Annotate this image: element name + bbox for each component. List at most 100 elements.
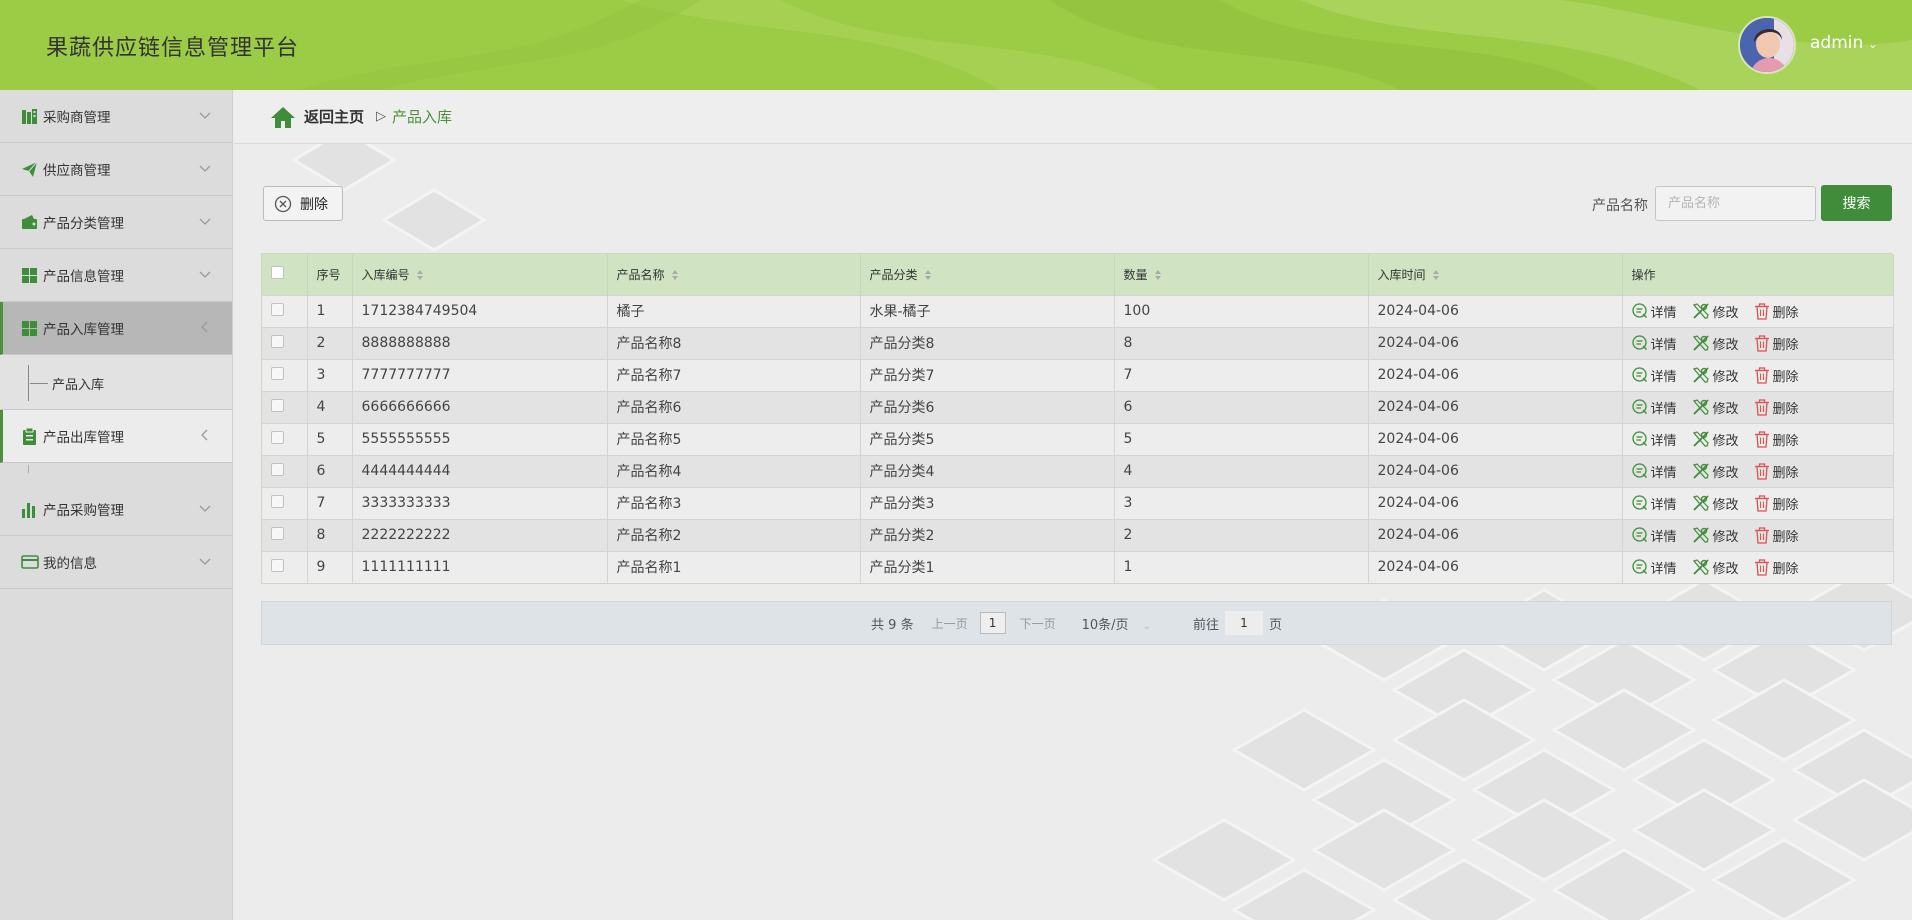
sidebar-item-purchase[interactable]: 产品采购管理 [0, 483, 232, 536]
table-row[interactable]: 7 3333333333 产品名称3 产品分类3 3 2024-04-06 详情 修改 删除 [262, 486, 1894, 519]
submenu-item-product-stock-in[interactable]: 产品入库 [52, 374, 104, 393]
delete-button[interactable]: 删除 [1754, 526, 1799, 545]
sidebar-item-label: 产品入库管理 [43, 322, 124, 338]
sidebar-item-label: 产品分类管理 [43, 216, 124, 232]
page-size-value: 10条/页 [1081, 617, 1129, 633]
delete-button[interactable]: 删除 [1754, 430, 1799, 449]
search-input[interactable] [1655, 186, 1816, 221]
cell-index: 7 [307, 486, 353, 519]
edit-button[interactable]: 修改 [1692, 526, 1739, 545]
delete-button[interactable]: 删除 [1754, 558, 1799, 577]
table-row[interactable]: 5 5555555555 产品名称5 产品分类5 5 2024-04-06 详情 修改 删除 [262, 422, 1894, 455]
edit-button[interactable]: 修改 [1692, 302, 1739, 321]
cell-product-name: 产品名称5 [607, 422, 861, 455]
header-cell-sortable[interactable]: 数量 [1114, 254, 1369, 295]
sidebar-item-purchaser[interactable]: 采购商管理 [0, 90, 232, 143]
cell-product-category: 水果-橘子 [860, 294, 1115, 327]
cell-index: 6 [307, 454, 353, 487]
detail-button[interactable]: 详情 [1631, 366, 1677, 385]
search-button[interactable]: 搜索 [1821, 185, 1892, 221]
header-label: 入库时间 [1377, 267, 1426, 282]
detail-button[interactable]: 详情 [1631, 398, 1677, 417]
sidebar-item-category[interactable]: 产品分类管理 [0, 196, 232, 249]
detail-button[interactable]: 详情 [1631, 430, 1677, 449]
wrench-icon [1692, 431, 1709, 447]
page-size-select[interactable]: 10条/页 ⌄ [1082, 614, 1151, 633]
breadcrumb: 返回主页 ▷ 产品入库 [234, 90, 1912, 144]
table-row[interactable]: 6 4444444444 产品名称4 产品分类4 4 2024-04-06 详情 修改 删除 [262, 454, 1894, 487]
batch-delete-button[interactable]: 删除 [263, 186, 343, 221]
header-label: 操作 [1631, 267, 1656, 282]
table-row[interactable]: 3 7777777777 产品名称7 产品分类7 7 2024-04-06 详情 修改 删除 [262, 358, 1894, 391]
row-checkbox[interactable] [271, 430, 284, 444]
sidebar-item-stock-in[interactable]: 产品入库管理 [0, 302, 232, 355]
table-row[interactable]: 8 2222222222 产品名称2 产品分类2 2 2024-04-06 详情 修改 删除 [262, 518, 1894, 551]
sort-icon[interactable] [671, 269, 679, 281]
table-row[interactable]: 4 6666666666 产品名称6 产品分类6 6 2024-04-06 详情 修改 删除 [262, 390, 1894, 423]
cell-product-category: 产品分类5 [860, 422, 1115, 455]
row-select-cell [262, 294, 308, 327]
delete-button[interactable]: 删除 [1754, 398, 1799, 417]
delete-button[interactable]: 删除 [1754, 462, 1799, 481]
edit-button[interactable]: 修改 [1692, 430, 1739, 449]
row-checkbox[interactable] [271, 398, 284, 412]
edit-label: 修改 [1712, 401, 1739, 417]
cell-product-category: 产品分类8 [860, 326, 1115, 359]
sort-icon[interactable] [1154, 269, 1162, 281]
delete-button[interactable]: 删除 [1754, 366, 1799, 385]
detail-button[interactable]: 详情 [1631, 302, 1677, 321]
detail-button[interactable]: 详情 [1631, 558, 1677, 577]
home-icon[interactable] [270, 105, 296, 129]
sort-icon[interactable] [1432, 269, 1440, 281]
row-checkbox[interactable] [271, 302, 284, 316]
sidebar-item-my-info[interactable]: 我的信息 [0, 536, 232, 589]
table-row[interactable]: 9 1111111111 产品名称1 产品分类1 1 2024-04-06 详情 修改 删除 [262, 550, 1894, 583]
detail-button[interactable]: 详情 [1631, 334, 1677, 353]
header-cell-sortable[interactable]: 产品名称 [607, 254, 861, 295]
row-checkbox[interactable] [271, 366, 284, 380]
tree-branch [30, 383, 48, 384]
breadcrumb-home-link[interactable]: 返回主页 [304, 106, 364, 127]
row-checkbox[interactable] [271, 526, 284, 540]
row-checkbox[interactable] [271, 558, 284, 572]
cell-stock-in-date: 2024-04-06 [1368, 294, 1623, 327]
edit-button[interactable]: 修改 [1692, 558, 1739, 577]
sort-icon[interactable] [416, 269, 424, 281]
pagination-next-button[interactable]: 下一页 [1020, 615, 1056, 632]
header-cell-sortable[interactable]: 产品分类 [860, 254, 1115, 295]
pagination-page-button[interactable]: 1 [979, 612, 1006, 634]
user-menu[interactable]: admin ⌄ [1810, 33, 1878, 53]
trash-icon [1754, 366, 1769, 384]
sidebar-item-stock-out[interactable]: 产品出库管理 [0, 410, 232, 463]
row-checkbox[interactable] [271, 494, 284, 508]
sidebar: 采购商管理 供应商管理 产品分类管理 产品信息管理 产品入库管理 产品入库 产品… [0, 90, 233, 920]
edit-button[interactable]: 修改 [1692, 366, 1739, 385]
delete-button[interactable]: 删除 [1754, 334, 1799, 353]
row-checkbox[interactable] [271, 334, 284, 348]
table-row[interactable]: 1 1712384749504 橘子 水果-橘子 100 2024-04-06 详情 修改 删除 [262, 294, 1894, 327]
edit-button[interactable]: 修改 [1692, 398, 1739, 417]
detail-button[interactable]: 详情 [1631, 494, 1677, 513]
edit-button[interactable]: 修改 [1692, 334, 1739, 353]
main-content: 返回主页 ▷ 产品入库 删除 产品名称 搜索 序号 入库编号 产品名称 产品分类… [234, 90, 1912, 920]
header-cell-sortable[interactable]: 入库时间 [1368, 254, 1623, 295]
select-all-checkbox[interactable] [271, 266, 284, 280]
edit-button[interactable]: 修改 [1692, 462, 1739, 481]
delete-label: 删除 [1772, 433, 1799, 449]
cell-index: 4 [307, 390, 353, 423]
row-checkbox[interactable] [271, 462, 284, 476]
delete-button[interactable]: 删除 [1754, 494, 1799, 513]
header-cell-sortable[interactable]: 入库编号 [352, 254, 608, 295]
avatar[interactable] [1738, 16, 1796, 74]
edit-button[interactable]: 修改 [1692, 494, 1739, 513]
sidebar-item-supplier[interactable]: 供应商管理 [0, 143, 232, 196]
table-row[interactable]: 2 8888888888 产品名称8 产品分类8 8 2024-04-06 详情 修改 删除 [262, 326, 1894, 359]
sidebar-item-product-info[interactable]: 产品信息管理 [0, 249, 232, 302]
detail-button[interactable]: 详情 [1631, 526, 1677, 545]
pagination-prev-button[interactable]: 上一页 [932, 615, 968, 632]
detail-button[interactable]: 详情 [1631, 462, 1677, 481]
sort-icon[interactable] [924, 269, 932, 281]
delete-button[interactable]: 删除 [1754, 302, 1799, 321]
delete-label: 删除 [1772, 561, 1799, 577]
goto-page-input[interactable] [1224, 611, 1263, 635]
